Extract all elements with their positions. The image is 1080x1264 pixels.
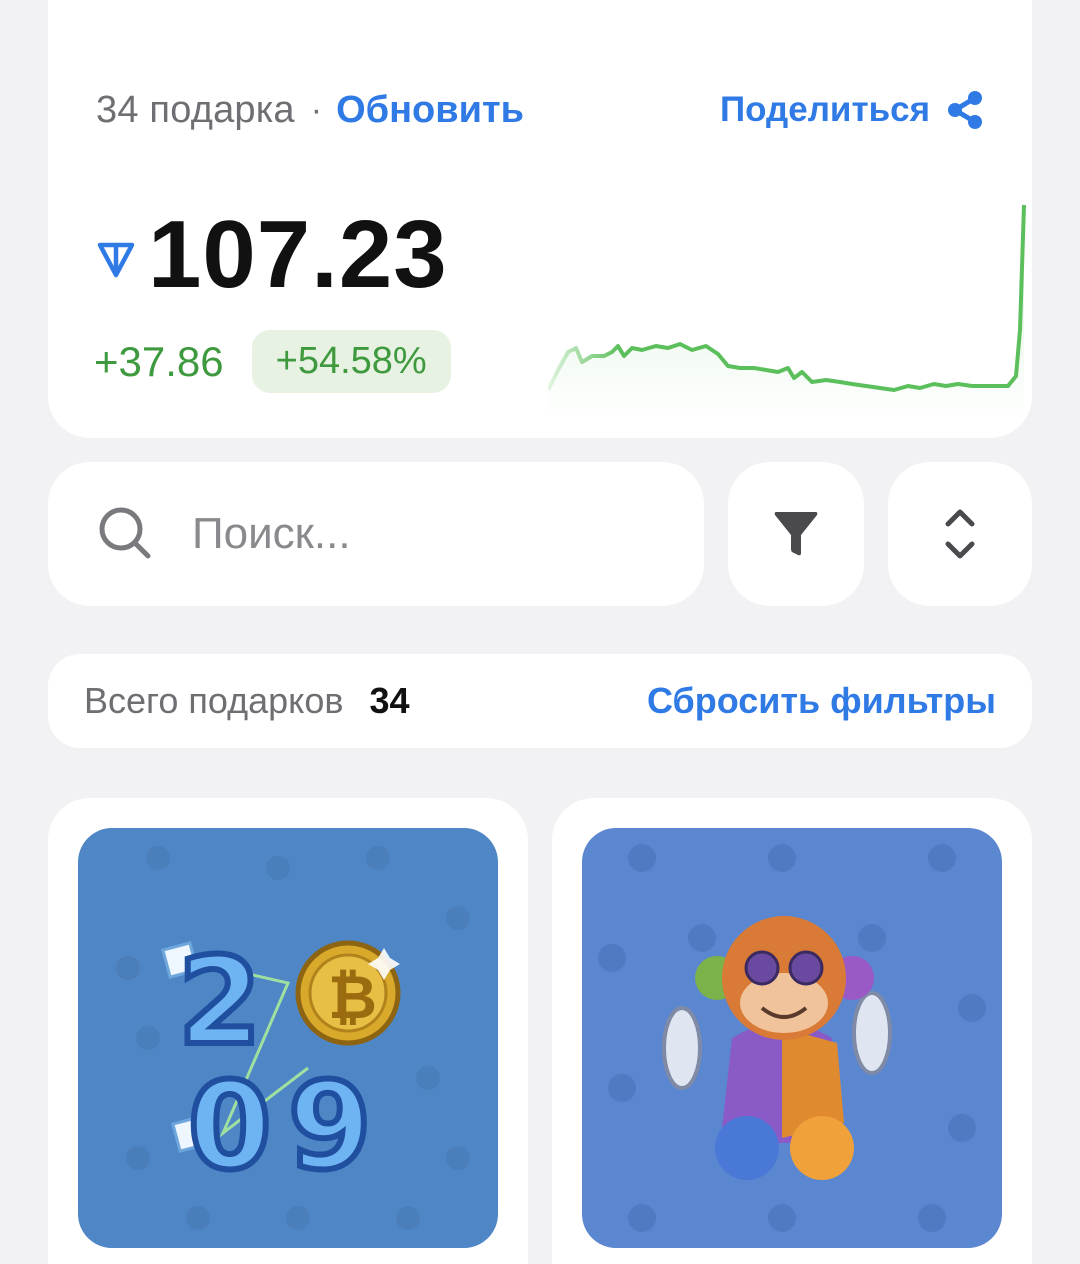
svg-text:2: 2 — [178, 933, 262, 1072]
svg-text:0: 0 — [188, 1058, 272, 1197]
sparkline-area — [548, 205, 1024, 420]
total-gifts-label: Всего подарков — [84, 680, 344, 721]
toy-monkey-gift-art — [582, 828, 1002, 1248]
change-absolute: +37.86 — [94, 337, 224, 385]
share-label: Поделиться — [719, 90, 930, 129]
gift-count: 34 подарка — [96, 88, 295, 131]
refresh-button[interactable]: Обновить — [336, 89, 524, 132]
value-trend-sparkline — [548, 204, 1026, 420]
sort-button[interactable] — [888, 462, 1032, 606]
gift-portfolio-screen: 34 подарка · Обновить Поделиться 107.23 — [0, 0, 1080, 1264]
totals-bar: Всего подарков 34 Сбросить фильтры — [48, 654, 1032, 748]
total-gifts-count: 34 — [369, 680, 410, 721]
search-icon — [99, 507, 151, 559]
2009-bitcoin-gift-art: 2 0 9 ₿ — [78, 828, 498, 1248]
share-button[interactable]: Поделиться — [720, 89, 986, 131]
svg-text:9: 9 — [288, 1058, 372, 1197]
ton-icon — [97, 242, 135, 278]
gift-card[interactable] — [552, 798, 1032, 1264]
total-value: 107.23 — [148, 201, 448, 308]
filter-button[interactable] — [728, 462, 864, 606]
value-change: +37.86 +54.58% — [94, 330, 451, 393]
separator-dot: · — [310, 90, 323, 129]
reset-filters-button[interactable]: Сбросить фильтры — [647, 680, 996, 722]
search-bar[interactable] — [48, 462, 704, 606]
summary-header: 34 подарка · Обновить Поделиться — [96, 82, 986, 138]
gift-card[interactable]: 2 0 9 ₿ — [48, 798, 528, 1264]
share-icon — [948, 91, 982, 129]
sort-icon — [945, 509, 975, 559]
portfolio-summary-card: 34 подарка · Обновить Поделиться 107.23 — [48, 0, 1032, 438]
filter-icon — [774, 512, 818, 556]
search-input[interactable] — [192, 509, 612, 559]
svg-text:₿: ₿ — [328, 963, 377, 1033]
portfolio-value: 107.23 — [94, 200, 448, 310]
change-percent-badge: +54.58% — [251, 330, 451, 393]
